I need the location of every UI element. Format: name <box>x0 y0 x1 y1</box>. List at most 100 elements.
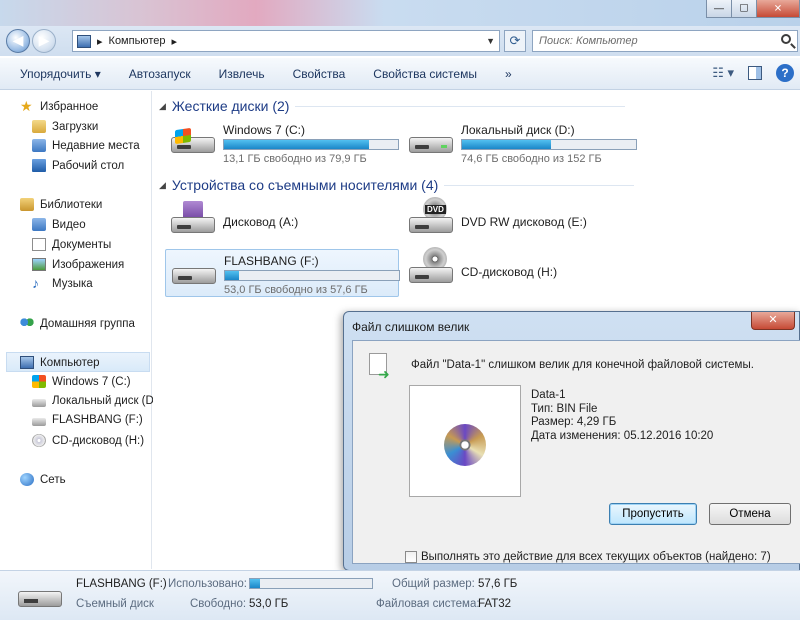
back-arrow-icon: ◀ <box>12 32 24 49</box>
details-free-value: 53,0 ГБ <box>249 598 289 610</box>
sidebar-item-label: Рабочий стол <box>52 159 125 172</box>
file-too-large-dialog: Файл слишком велик ✕ ➜ Файл "Data-1" сли… <box>343 311 800 571</box>
close-button[interactable]: ✕ <box>756 0 800 18</box>
details-free-label: Свободно: <box>190 598 247 610</box>
address-path[interactable]: Компьютер <box>109 35 166 47</box>
images-library-icon <box>32 258 46 271</box>
floppy-drive-icon <box>171 201 215 235</box>
address-separator: ▸ <box>171 35 177 48</box>
star-icon: ★ <box>20 98 33 114</box>
drive-tile-c[interactable]: Windows 7 (C:) 13,1 ГБ свободно из 79,9 … <box>165 119 405 167</box>
sidebar-item-video[interactable]: Видео <box>32 218 86 231</box>
refresh-button[interactable]: ⟳ <box>504 30 526 52</box>
dialog-message: Файл "Data-1" слишком велик для конечной… <box>411 359 754 371</box>
details-fs-label: Файловая система: <box>376 598 480 610</box>
sidebar-item-documents[interactable]: Документы <box>32 238 111 251</box>
collapse-arrow-icon[interactable]: ◢ <box>159 101 166 112</box>
sidebar-item-images[interactable]: Изображения <box>32 258 124 271</box>
details-drive-name: FLASHBANG (F:) <box>76 578 167 590</box>
group-header-hard-drives[interactable]: ◢ Жесткие диски (2) <box>159 98 626 114</box>
drive-free-space: 74,6 ГБ свободно из 152 ГБ <box>461 153 602 165</box>
sidebar-item-desktop[interactable]: Рабочий стол <box>32 159 124 172</box>
music-note-icon: ♪ <box>32 275 39 291</box>
drive-tile-f[interactable]: FLASHBANG (F:) 53,0 ГБ свободно из 57,6 … <box>165 249 400 297</box>
window-buttons: — ☐ ✕ <box>706 0 800 18</box>
view-options-icon[interactable]: ☷ ▾ <box>712 65 734 81</box>
sidebar-item-computer[interactable]: Компьютер <box>20 356 100 369</box>
drive-tile-h[interactable]: CD-дисковод (H:) <box>403 247 643 297</box>
back-button[interactable]: ◀ <box>6 29 30 53</box>
sidebar-item-drive-d[interactable]: Локальный диск (D <box>32 395 154 407</box>
sidebar-item-label: Изображения <box>52 258 125 271</box>
address-bar[interactable]: ▸ Компьютер ▸ ▼ <box>72 30 500 52</box>
computer-icon <box>20 356 34 369</box>
drive-free-space: 53,0 ГБ свободно из 57,6 ГБ <box>224 284 368 296</box>
usb-drive-icon <box>32 417 46 426</box>
sidebar-item-favorites[interactable]: ★ Избранное <box>20 98 98 114</box>
skip-button[interactable]: Пропустить <box>609 503 697 525</box>
search-input[interactable]: Поиск: Компьютер <box>532 30 798 52</box>
windows-drive-icon <box>32 375 46 388</box>
maximize-button[interactable]: ☐ <box>731 0 757 18</box>
forward-button[interactable]: ▶ <box>32 29 56 53</box>
more-commands-button[interactable]: » <box>505 67 512 81</box>
apply-all-checkbox[interactable] <box>405 551 417 563</box>
preview-pane-icon[interactable] <box>748 66 762 80</box>
file-size: Размер: 4,29 ГБ <box>531 416 617 428</box>
usb-drive-icon <box>18 585 62 611</box>
organize-button[interactable]: Упорядочить ▾ <box>20 67 101 81</box>
dialog-close-button[interactable]: ✕ <box>751 312 795 330</box>
file-preview <box>409 385 521 497</box>
sidebar-item-homegroup[interactable]: Домашняя группа <box>20 317 135 330</box>
sidebar-item-downloads[interactable]: Загрузки <box>32 120 98 133</box>
sidebar-item-label: Документы <box>52 238 112 251</box>
autoplay-button[interactable]: Автозапуск <box>129 67 191 81</box>
cd-drive-icon <box>32 434 46 447</box>
sidebar-item-drive-f[interactable]: FLASHBANG (F:) <box>32 414 143 426</box>
drive-tile-e[interactable]: DVD DVD RW дисковод (E:) <box>403 197 643 247</box>
sidebar-item-libraries[interactable]: Библиотеки <box>20 198 102 211</box>
sidebar-item-network[interactable]: Сеть <box>20 473 66 486</box>
sidebar-item-drive-h[interactable]: CD-дисковод (H:) <box>32 434 144 447</box>
collapse-arrow-icon[interactable]: ◢ <box>159 180 166 191</box>
sidebar-item-label: Видео <box>52 218 86 231</box>
help-icon[interactable]: ? <box>776 64 794 82</box>
drive-usage-bar <box>461 139 637 150</box>
eject-button[interactable]: Извлечь <box>219 67 265 81</box>
sidebar-item-label: FLASHBANG (F:) <box>52 414 143 426</box>
sidebar-item-label: Локальный диск (D <box>52 395 154 407</box>
details-used-label: Использовано: <box>168 578 247 590</box>
drive-name: Локальный диск (D:) <box>461 123 575 137</box>
drive-tile-d[interactable]: Локальный диск (D:) 74,6 ГБ свободно из … <box>403 119 643 167</box>
sidebar-item-music[interactable]: ♪ Музыка <box>32 275 93 291</box>
cd-drive-icon <box>409 247 453 285</box>
minimize-button[interactable]: — <box>706 0 732 18</box>
cancel-button[interactable]: Отмена <box>709 503 791 525</box>
details-drive-type: Съемный диск <box>76 598 154 610</box>
drive-tile-a[interactable]: Дисковод (A:) <box>165 199 405 247</box>
properties-button[interactable]: Свойства <box>293 67 346 81</box>
search-icon[interactable] <box>781 34 791 44</box>
refresh-icon: ⟳ <box>509 33 521 48</box>
recent-places-icon <box>32 139 46 152</box>
close-icon: ✕ <box>768 314 778 326</box>
details-usage-bar <box>249 578 373 589</box>
desktop-icon <box>32 159 46 172</box>
window-titlebar: — ☐ ✕ <box>0 0 800 26</box>
dialog-body: ➜ Файл "Data-1" слишком велик для конечн… <box>352 340 800 564</box>
command-bar: Упорядочить ▾ Автозапуск Извлечь Свойств… <box>0 58 800 90</box>
sidebar-item-recent[interactable]: Недавние места <box>32 139 140 152</box>
sidebar-item-label: Сеть <box>40 473 66 486</box>
group-header-removable[interactable]: ◢ Устройства со съемными носителями (4) <box>159 177 635 193</box>
usb-drive-icon <box>172 260 216 286</box>
sidebar-item-label: Библиотеки <box>40 198 103 211</box>
drive-usage-bar <box>223 139 399 150</box>
apply-all-checkbox-row[interactable]: Выполнять это действие для всех текущих … <box>405 551 771 563</box>
chevron-down-icon[interactable]: ▼ <box>486 36 495 46</box>
dvd-drive-icon: DVD <box>409 197 453 235</box>
system-properties-button[interactable]: Свойства системы <box>373 67 477 81</box>
sidebar-item-drive-c[interactable]: Windows 7 (C:) <box>32 375 131 388</box>
disc-image-icon <box>444 424 486 466</box>
sidebar-item-label: CD-дисковод (H:) <box>52 434 145 447</box>
sidebar-item-label: Компьютер <box>40 356 100 369</box>
